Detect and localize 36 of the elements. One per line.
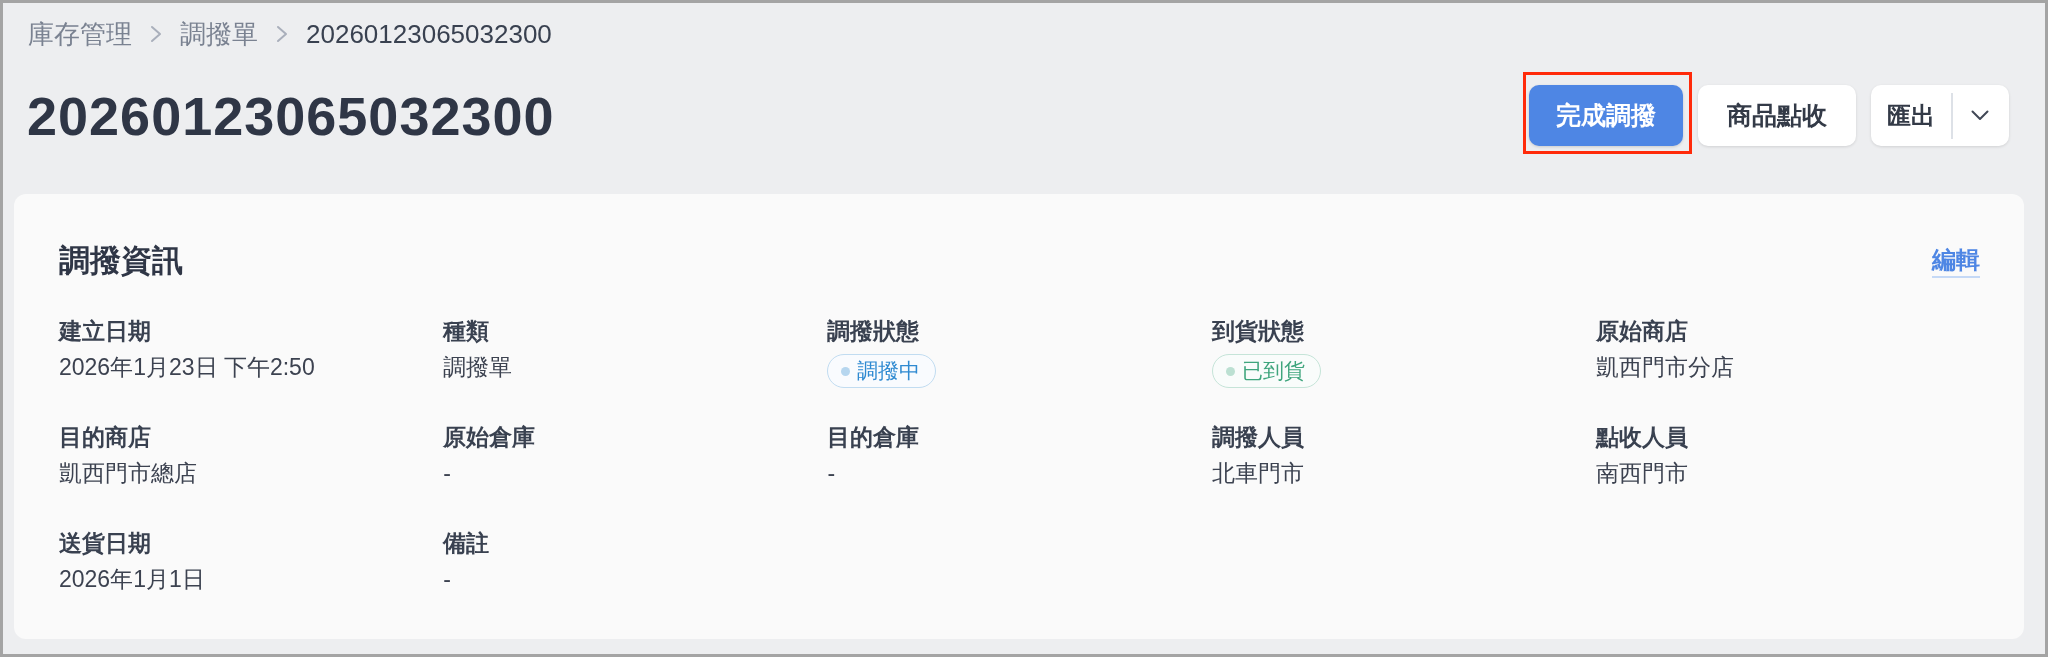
- field-value: 2026年1月1日: [59, 565, 205, 594]
- export-button[interactable]: 匯出: [1871, 85, 1951, 146]
- chevron-right-icon: [276, 25, 288, 43]
- field-value: 2026年1月23日 下午2:50: [59, 353, 315, 382]
- card-title: 調撥資訊: [59, 242, 183, 280]
- breadcrumb-link[interactable]: 庫存管理: [28, 18, 132, 50]
- field-label: 目的商店: [59, 423, 151, 452]
- field-label: 調撥人員: [1211, 423, 1304, 452]
- breadcrumb-link[interactable]: 調撥單: [180, 18, 258, 50]
- field-value: -: [443, 459, 451, 488]
- field-label: 到貨狀態: [1211, 317, 1304, 346]
- field-label: 建立日期: [59, 317, 151, 346]
- field-label: 備註: [443, 529, 490, 558]
- chevron-right-icon: [150, 25, 162, 43]
- page-title: 20260123065032300: [27, 85, 555, 146]
- field-label: 點收人員: [1595, 423, 1688, 452]
- field-value: 南西門市: [1595, 459, 1688, 488]
- field-label: 原始商店: [1595, 317, 1688, 346]
- receive-goods-button[interactable]: 商品點收: [1698, 85, 1856, 146]
- chevron-down-icon: [1971, 110, 1989, 121]
- field-value: -: [443, 565, 451, 594]
- field-value: 調撥單: [443, 353, 513, 382]
- field-value: 凱西門市總店: [59, 459, 197, 488]
- field-value: 凱西門市分店: [1595, 353, 1734, 382]
- field-value: 北車門市: [1211, 459, 1304, 488]
- edit-link[interactable]: 編輯: [1932, 244, 1980, 278]
- badge-label: 調撥中: [857, 358, 921, 384]
- field-label: 送貨日期: [59, 529, 151, 558]
- field-value: -: [827, 459, 836, 488]
- badge-label: 已到貨: [1241, 358, 1305, 384]
- field-label: 種類: [443, 317, 490, 346]
- field-label: 目的倉庫: [827, 423, 920, 452]
- field-label: 原始倉庫: [443, 423, 536, 452]
- breadcrumb-current: 20260123065032300: [306, 18, 552, 50]
- complete-transfer-button[interactable]: 完成調撥: [1529, 85, 1683, 146]
- field-label: 調撥狀態: [827, 317, 920, 346]
